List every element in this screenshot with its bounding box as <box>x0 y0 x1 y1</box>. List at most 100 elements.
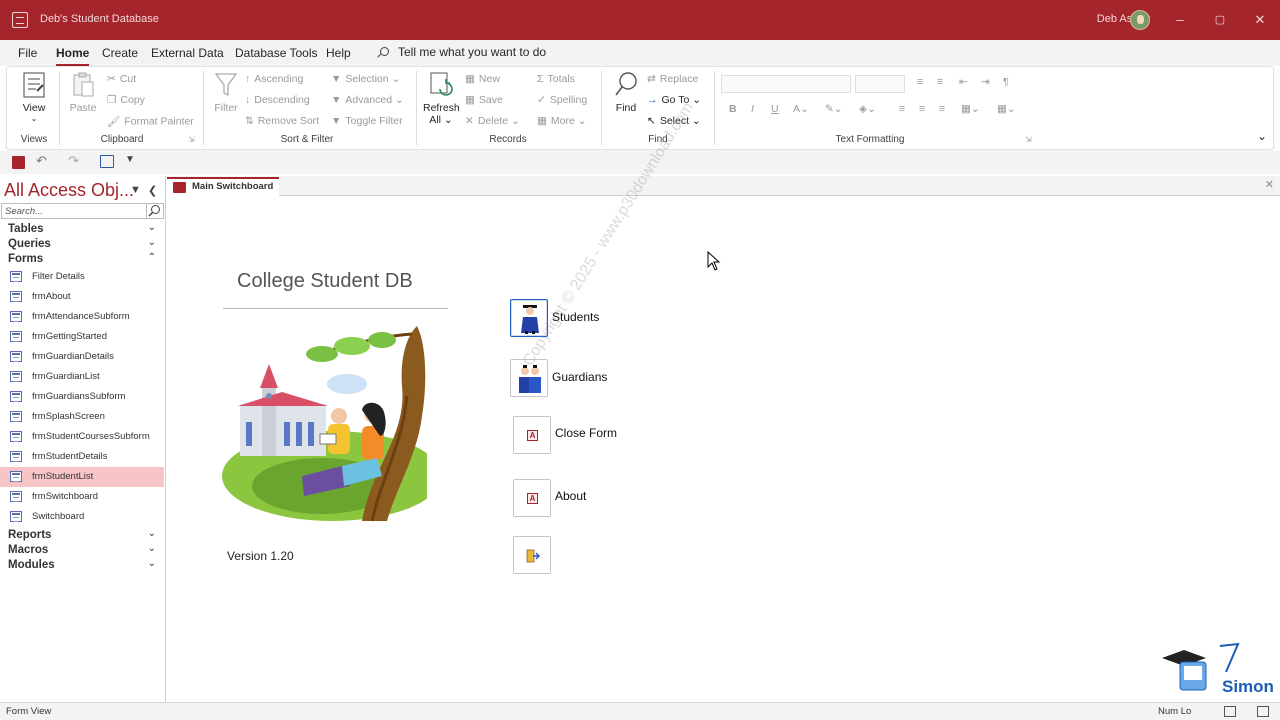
collapse-nav-icon[interactable]: ❮ <box>148 184 157 197</box>
menu-help[interactable]: Help <box>326 46 351 60</box>
menu-file[interactable]: File <box>18 46 37 60</box>
toggle-filter-button[interactable]: ▼ Toggle Filter <box>331 115 403 127</box>
nav-form-item[interactable]: frmGuardiansSubform <box>0 387 164 407</box>
nav-category-tables[interactable]: Tables ⌄ <box>0 222 164 238</box>
undo-icon[interactable]: ↶ <box>36 153 47 169</box>
collapse-ribbon-icon[interactable]: ⌄ <box>1257 129 1267 143</box>
about-label[interactable]: About <box>555 489 586 503</box>
guardians-label[interactable]: Guardians <box>552 370 607 384</box>
nav-form-item[interactable]: frmStudentDetails <box>0 447 164 467</box>
nav-category-queries[interactable]: Queries ⌄ <box>0 237 164 253</box>
format-painter-button[interactable]: 🖌 Format Painter <box>107 115 194 128</box>
redo-icon[interactable]: ↷ <box>68 153 79 169</box>
nav-form-item-selected[interactable]: frmStudentList <box>0 467 164 487</box>
align-right-icon[interactable]: ≡ <box>939 103 945 115</box>
font-name-combo[interactable] <box>721 75 851 93</box>
cut-button[interactable]: ✂ Cut <box>107 73 136 85</box>
alternate-row-color-icon[interactable]: ▦⌄ <box>961 103 980 115</box>
align-left-icon[interactable]: ≡ <box>899 103 905 115</box>
close-document-icon[interactable]: ✕ <box>1265 178 1274 191</box>
bold-button[interactable]: B <box>729 103 737 115</box>
nav-form-item[interactable]: frmGuardianList <box>0 367 164 387</box>
replace-button[interactable]: ⇄ Replace <box>647 73 698 85</box>
close-form-label[interactable]: Close Form <box>555 426 617 440</box>
search-icon[interactable] <box>147 203 164 219</box>
menu-create[interactable]: Create <box>102 46 138 60</box>
save-record-button[interactable]: ▦ Save <box>465 94 503 106</box>
paste-button[interactable]: Paste <box>69 71 97 114</box>
form-icon <box>10 471 22 482</box>
descending-button[interactable]: ↓ Descending <box>245 94 310 106</box>
menu-external-data[interactable]: External Data <box>151 46 224 60</box>
window-title: Deb's Student Database <box>40 13 159 25</box>
goto-button[interactable]: → Go To ⌄ <box>647 94 701 106</box>
nav-pane-title[interactable]: All Access Obj... <box>4 180 134 201</box>
font-color-icon[interactable]: A⌄ <box>793 103 809 115</box>
minimize-icon[interactable]: – <box>1172 12 1188 28</box>
nav-form-item[interactable]: frmAbout <box>0 287 164 307</box>
highlight-icon[interactable]: ✎⌄ <box>825 103 843 115</box>
underline-button[interactable]: U <box>771 103 779 115</box>
view-button[interactable]: View ⌄ <box>19 71 49 123</box>
menu-database-tools[interactable]: Database Tools <box>235 46 318 60</box>
totals-button[interactable]: Σ Totals <box>537 73 575 85</box>
selection-button[interactable]: ▼ Selection ⌄ <box>331 73 400 85</box>
paragraph-direction-icon[interactable]: ¶ <box>1003 76 1009 88</box>
dialog-launcher-icon[interactable]: ⇲ <box>1025 135 1032 144</box>
nav-category-reports[interactable]: Reports ⌄ <box>0 528 164 544</box>
new-record-button[interactable]: ▦ New <box>465 73 500 85</box>
decrease-indent-icon[interactable]: ⇤ <box>959 76 968 88</box>
ribbon: View ⌄ Views Paste ✂ Cut ❐ Copy 🖌 Format Pa… <box>6 66 1274 150</box>
exit-button[interactable] <box>513 536 551 574</box>
refresh-all-text: All <box>429 114 441 126</box>
close-form-button[interactable]: A <box>513 416 551 454</box>
nav-form-item[interactable]: frmSplashScreen <box>0 407 164 427</box>
tab-main-switchboard[interactable]: Main Switchboard <box>167 177 279 196</box>
spelling-button[interactable]: ✓ Spelling <box>537 94 587 106</box>
delete-record-button[interactable]: ✕ Delete ⌄ <box>465 115 520 127</box>
customize-qat-icon[interactable]: ▼ <box>125 154 135 165</box>
user-avatar[interactable] <box>1130 10 1150 30</box>
nav-form-item[interactable]: frmSwitchboard <box>0 487 164 507</box>
italic-button[interactable]: I <box>751 103 754 115</box>
nav-form-item[interactable]: Filter Details <box>0 267 164 287</box>
ascending-button[interactable]: ↑ Ascending <box>245 73 303 85</box>
form-view-status-icon[interactable] <box>1224 706 1236 717</box>
nav-category-forms[interactable]: Forms ⌃ <box>0 252 164 268</box>
nav-menu-dropdown-icon[interactable]: ▼ <box>130 184 141 196</box>
tell-me-search[interactable]: Tell me what you want to do <box>380 45 546 59</box>
nav-form-item[interactable]: frmGettingStarted <box>0 327 164 347</box>
nav-form-item[interactable]: frmGuardianDetails <box>0 347 164 367</box>
save-icon[interactable] <box>12 156 25 169</box>
close-icon[interactable]: ✕ <box>1252 12 1268 28</box>
filter-button[interactable]: Filter <box>211 71 241 114</box>
copy-button[interactable]: ❐ Copy <box>107 94 145 106</box>
more-button[interactable]: ▦ More ⌄ <box>537 115 587 127</box>
font-size-combo[interactable] <box>855 75 905 93</box>
arrow-right-icon: → <box>647 94 658 107</box>
advanced-button[interactable]: ▼ Advanced ⌄ <box>331 94 404 106</box>
nav-search-input[interactable]: Search... <box>1 203 147 219</box>
dialog-launcher-icon[interactable]: ⇲ <box>188 135 195 144</box>
menu-home[interactable]: Home <box>56 46 90 66</box>
align-center-icon[interactable]: ≡ <box>919 103 925 115</box>
remove-sort-button[interactable]: ⇅ Remove Sort <box>245 115 319 127</box>
title-bar: Deb's Student Database Deb Ashby – ▢ ✕ <box>0 0 1280 40</box>
form-view-icon[interactable] <box>100 155 114 168</box>
refresh-all-button[interactable]: Refresh All ⌄ <box>423 71 460 126</box>
design-view-status-icon[interactable] <box>1257 706 1269 717</box>
find-button[interactable]: Find <box>611 71 641 114</box>
increase-indent-icon[interactable]: ⇥ <box>981 76 990 88</box>
nav-category-modules[interactable]: Modules ⌄ <box>0 558 164 574</box>
access-app-icon[interactable] <box>12 12 28 28</box>
gridlines-icon[interactable]: ▦⌄ <box>997 103 1016 115</box>
nav-category-macros[interactable]: Macros ⌄ <box>0 543 164 559</box>
about-button[interactable]: A <box>513 479 551 517</box>
numbering-icon[interactable]: ≡ <box>937 76 943 88</box>
nav-form-item[interactable]: Switchboard <box>0 507 164 527</box>
maximize-icon[interactable]: ▢ <box>1212 12 1228 28</box>
nav-form-item[interactable]: frmStudentCoursesSubform <box>0 427 164 447</box>
bullets-icon[interactable]: ≡ <box>917 76 923 88</box>
fill-color-icon[interactable]: ◈⌄ <box>859 103 876 115</box>
nav-form-item[interactable]: frmAttendanceSubform <box>0 307 164 327</box>
